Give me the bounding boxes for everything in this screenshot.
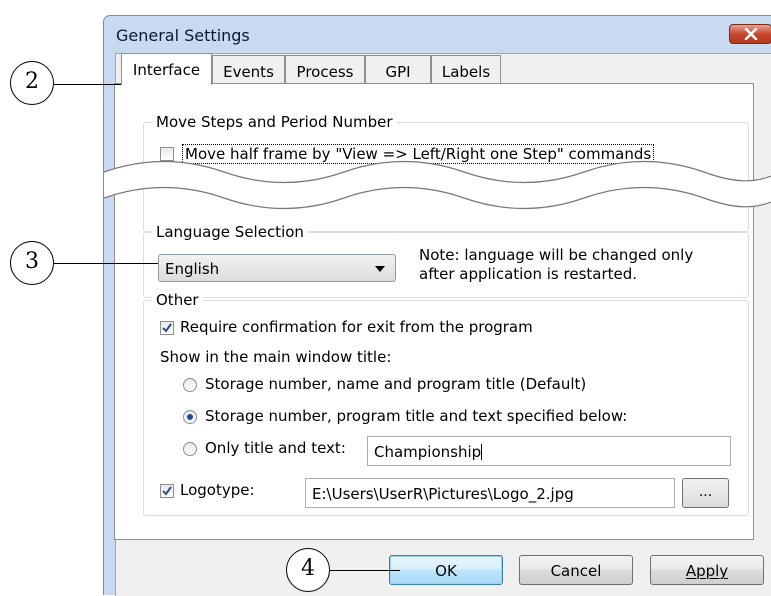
close-icon bbox=[744, 28, 758, 40]
checkmark-icon bbox=[162, 486, 172, 496]
tab-label: GPI bbox=[385, 63, 411, 81]
radio-only-title-text-label[interactable]: Only title and text: bbox=[205, 439, 346, 457]
tab-events[interactable]: Events bbox=[212, 55, 285, 83]
tab-label: Labels bbox=[441, 63, 491, 81]
apply-label: Apply bbox=[685, 562, 729, 580]
radio-default-title-label[interactable]: Storage number, name and program title (… bbox=[205, 375, 586, 393]
apply-button[interactable]: Apply bbox=[650, 555, 764, 585]
tab-label: Interface bbox=[132, 61, 201, 79]
tab-interface[interactable]: Interface bbox=[121, 53, 212, 85]
title-text-input[interactable]: Championship bbox=[367, 436, 731, 466]
radio-text-below-label[interactable]: Storage number, program title and text s… bbox=[205, 407, 627, 425]
callout-3-leader bbox=[54, 263, 158, 264]
window-title: General Settings bbox=[116, 26, 250, 45]
text-cursor bbox=[481, 444, 483, 460]
logotype-checkbox[interactable] bbox=[160, 484, 174, 498]
callout-4-leader bbox=[330, 570, 400, 571]
confirm-exit-label[interactable]: Require confirmation for exit from the p… bbox=[180, 318, 533, 336]
language-group-title: Language Selection bbox=[152, 223, 308, 241]
radio-selected-dot bbox=[187, 414, 193, 420]
radio-default-title[interactable] bbox=[183, 378, 197, 392]
title-bar[interactable]: General Settings bbox=[104, 16, 771, 54]
callout-2: 2 bbox=[10, 61, 54, 105]
logotype-path-input[interactable]: E:\Users\UserR\Pictures\Logo_2.jpg bbox=[305, 478, 675, 508]
other-group-title: Other bbox=[152, 291, 203, 309]
title-text-value: Championship bbox=[374, 443, 482, 461]
language-dropdown[interactable]: English bbox=[158, 254, 396, 282]
logotype-path-value: E:\Users\UserR\Pictures\Logo_2.jpg bbox=[312, 485, 574, 503]
cancel-button[interactable]: Cancel bbox=[519, 555, 633, 585]
tab-process[interactable]: Process bbox=[285, 55, 365, 83]
radio-text-below[interactable] bbox=[183, 410, 197, 424]
close-button[interactable] bbox=[729, 24, 771, 44]
checkmark-icon bbox=[162, 323, 172, 333]
confirm-exit-checkbox[interactable] bbox=[160, 321, 174, 335]
section-break bbox=[104, 160, 771, 210]
callout-3: 3 bbox=[10, 241, 54, 285]
radio-only-title-text[interactable] bbox=[183, 442, 197, 456]
callout-4: 4 bbox=[286, 548, 330, 592]
tab-labels[interactable]: Labels bbox=[431, 55, 501, 83]
language-selected-value: English bbox=[165, 260, 220, 278]
tab-label: Process bbox=[296, 63, 354, 81]
logotype-label[interactable]: Logotype: bbox=[180, 481, 255, 499]
language-note-line1: Note: language will be changed only bbox=[419, 246, 694, 264]
ok-button[interactable]: OK bbox=[389, 555, 503, 585]
language-note-line2: after application is restarted. bbox=[419, 265, 638, 283]
tab-label: Events bbox=[223, 63, 274, 81]
title-heading: Show in the main window title: bbox=[160, 348, 392, 366]
tab-gpi[interactable]: GPI bbox=[365, 55, 431, 83]
move-steps-group-title: Move Steps and Period Number bbox=[152, 113, 397, 131]
browse-button[interactable]: ... bbox=[682, 478, 729, 508]
chevron-down-icon bbox=[375, 266, 385, 272]
